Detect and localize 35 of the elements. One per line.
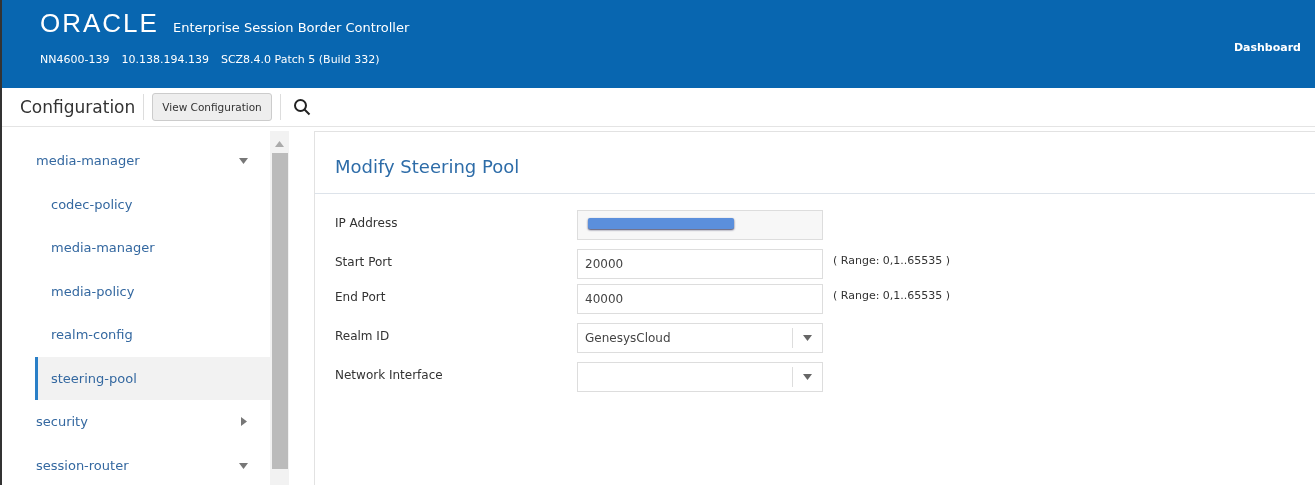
caret-down-icon xyxy=(803,335,812,341)
tree-item[interactable]: realm-config xyxy=(35,313,270,357)
caret-down-icon[interactable] xyxy=(239,460,248,470)
tree-item[interactable]: security xyxy=(2,400,270,444)
view-configuration-button[interactable]: View Configuration xyxy=(152,93,272,121)
range-hint: ( Range: 0,1..65535 ) xyxy=(833,289,951,302)
tree-item[interactable]: media-manager xyxy=(2,139,270,183)
tree-item[interactable]: media-policy xyxy=(35,269,270,313)
caret-down-icon xyxy=(803,374,812,380)
tree-item[interactable]: codec-policy xyxy=(35,182,270,226)
logo: ORACLE xyxy=(40,8,159,39)
device-name: NN4600-139 xyxy=(40,53,110,66)
field-label: IP Address xyxy=(335,216,399,230)
dropdown[interactable]: GenesysCloud xyxy=(577,323,823,353)
field-label: Start Port xyxy=(335,255,393,269)
form-title: Modify Steering Pool xyxy=(315,132,1315,194)
tree-item[interactable]: session-router xyxy=(2,443,270,485)
caret-right-icon[interactable] xyxy=(239,417,248,427)
input-field[interactable] xyxy=(577,210,823,240)
field-label: Realm ID xyxy=(335,329,391,343)
tree-item[interactable]: media-manager xyxy=(35,226,270,270)
software-version: SCZ8.4.0 Patch 5 (Build 332) xyxy=(220,53,380,66)
scrollbar[interactable] xyxy=(270,131,289,485)
range-hint: ( Range: 0,1..65535 ) xyxy=(833,254,951,267)
tree-item[interactable]: steering-pool xyxy=(35,356,270,400)
product-name: Enterprise Session Border Controller xyxy=(172,20,410,35)
device-ip: 10.138.194.139 xyxy=(121,53,209,66)
field-label: Network Interface xyxy=(335,368,444,382)
field-label: End Port xyxy=(335,290,387,304)
dashboard-link[interactable]: Dashboard xyxy=(1233,41,1301,54)
page-title: Configuration xyxy=(20,97,136,117)
caret-down-icon[interactable] xyxy=(239,156,248,166)
input-field[interactable]: 40000 xyxy=(577,284,823,314)
input-field[interactable]: 20000 xyxy=(577,249,823,279)
search-icon[interactable] xyxy=(292,98,311,116)
